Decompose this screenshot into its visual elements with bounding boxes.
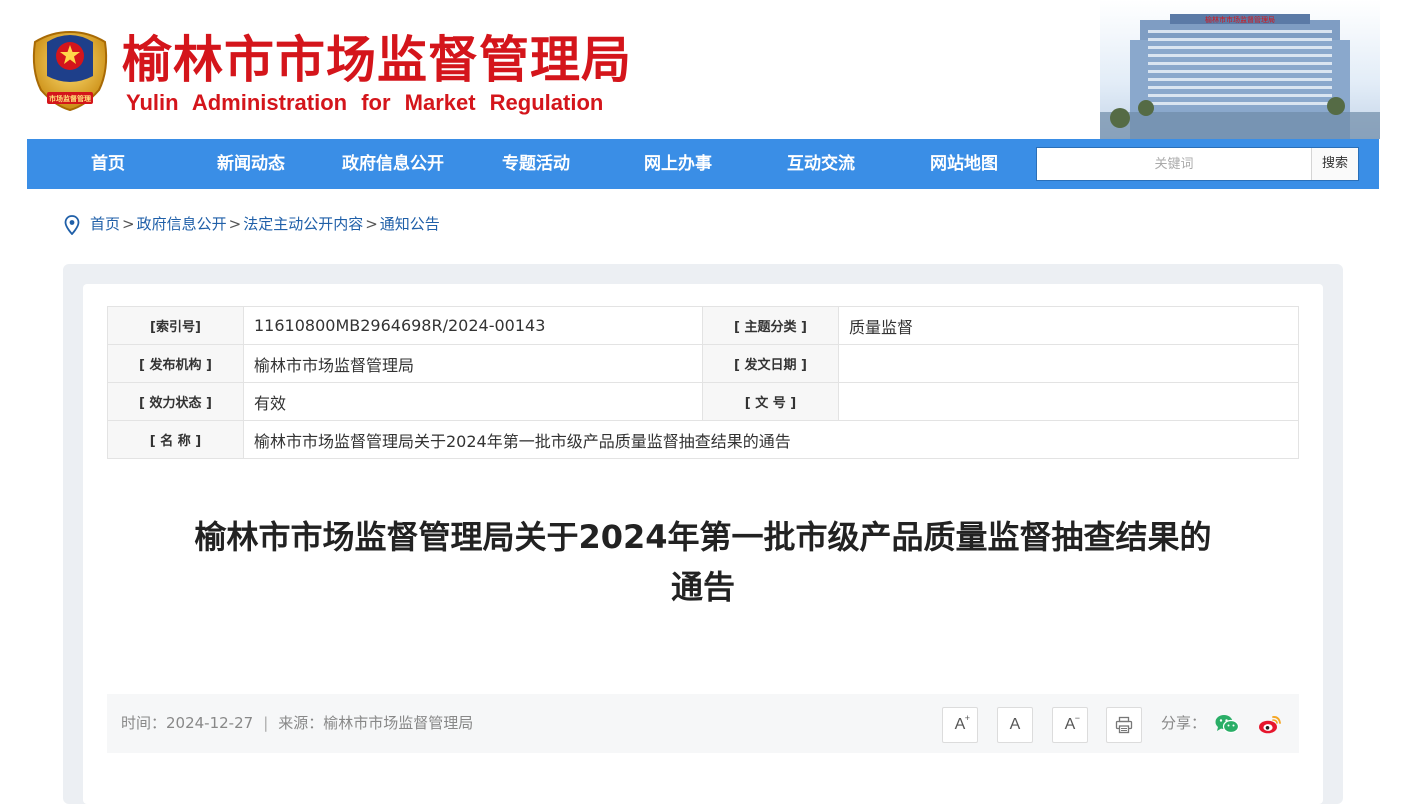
font-normal-button[interactable]: A bbox=[997, 707, 1033, 743]
nav-item-sitemap[interactable]: 网站地图 bbox=[904, 139, 1024, 189]
breadcrumb-home[interactable]: 首页 bbox=[90, 215, 120, 233]
document-number-label: [ 文 号 ] bbox=[702, 382, 839, 421]
article-title-line-1: 榆林市市场监督管理局关于2024年第一批市级产品质量监督抽查结果的 bbox=[194, 518, 1212, 556]
search-box: 搜索 bbox=[1036, 147, 1359, 181]
table-row: [ 名 称 ] 榆林市市场监督管理局关于2024年第一批市级产品质量监督抽查结果… bbox=[107, 420, 1299, 459]
breadcrumb-separator: > bbox=[228, 215, 242, 233]
building-banner-image: 榆林市市场监督管理局 bbox=[1100, 0, 1380, 139]
document-number-value bbox=[838, 382, 1299, 421]
meta-divider: | bbox=[263, 714, 269, 732]
breadcrumb: 首页 > 政府信息公开 > 法定主动公开内容 > 通知公告 bbox=[64, 212, 440, 236]
nav-item-news[interactable]: 新闻动态 bbox=[191, 139, 311, 189]
validity-status-label: [ 效力状态 ] bbox=[107, 382, 244, 421]
article-meta-text: 时间：2024-12-27 | 来源：榆林市市场监督管理局 bbox=[121, 694, 473, 753]
content-wrapper: [索引号] 11610800MB2964698R/2024-00143 [ 主题… bbox=[63, 264, 1343, 804]
nav-item-gov-info[interactable]: 政府信息公开 bbox=[333, 139, 453, 189]
publish-time: 时间：2024-12-27 bbox=[121, 714, 254, 732]
site-title-en: Yulin Administration for Market Regulati… bbox=[126, 90, 604, 115]
breadcrumb-mandatory-disclosure[interactable]: 法定主动公开内容 bbox=[243, 215, 363, 233]
article-card: [索引号] 11610800MB2964698R/2024-00143 [ 主题… bbox=[83, 284, 1323, 804]
building-sign: 榆林市市场监督管理局 bbox=[1205, 15, 1275, 24]
table-row: [ 发布机构 ] 榆林市市场监督管理局 [ 发文日期 ] bbox=[107, 344, 1299, 383]
font-decrease-glyph: A bbox=[1064, 716, 1076, 733]
breadcrumb-notices[interactable]: 通知公告 bbox=[380, 215, 440, 233]
emblem-text: 市场监督管理 bbox=[49, 94, 91, 103]
breadcrumb-separator: > bbox=[365, 215, 378, 233]
validity-status-value: 有效 bbox=[243, 382, 703, 421]
table-row: [ 效力状态 ] 有效 [ 文 号 ] bbox=[107, 382, 1299, 421]
site-header: 市场监督管理 榆林市市场监督管理局 Yulin Administration f… bbox=[0, 0, 1405, 139]
article-info-bar: 时间：2024-12-27|来源：榆林市市场监督管理局 A+ A A− bbox=[107, 694, 1299, 753]
document-name-value: 榆林市市场监督管理局关于2024年第一批市级产品质量监督抽查结果的通告 bbox=[243, 420, 1299, 459]
font-normal-glyph: A bbox=[1009, 716, 1021, 733]
location-pin-icon bbox=[64, 214, 80, 235]
topic-category-label: [ 主题分类 ] bbox=[702, 306, 839, 345]
police-emblem-logo[interactable]: 市场监督管理 bbox=[27, 20, 113, 112]
article-source: 来源：榆林市市场监督管理局 bbox=[278, 714, 474, 732]
font-increase-button[interactable]: A + bbox=[942, 707, 978, 743]
document-name-label: [ 名 称 ] bbox=[107, 420, 244, 459]
nav-item-online-service[interactable]: 网上办事 bbox=[618, 139, 738, 189]
article-title: 榆林市市场监督管理局关于2024年第一批市级产品质量监督抽查结果的 通告 bbox=[143, 512, 1263, 612]
printer-icon bbox=[1115, 716, 1133, 734]
index-number-label: [索引号] bbox=[107, 306, 244, 345]
font-decrease-button[interactable]: A − bbox=[1052, 707, 1088, 743]
breadcrumb-gov-info[interactable]: 政府信息公开 bbox=[137, 215, 227, 233]
font-increase-glyph: A bbox=[954, 716, 966, 733]
search-button[interactable]: 搜索 bbox=[1311, 148, 1358, 180]
issue-date-value bbox=[838, 344, 1299, 383]
plus-mark: + bbox=[964, 713, 970, 723]
weibo-icon[interactable] bbox=[1258, 714, 1282, 734]
index-number-value: 11610800MB2964698R/2024-00143 bbox=[243, 306, 703, 345]
breadcrumb-separator: > bbox=[122, 215, 135, 233]
publisher-value: 榆林市市场监督管理局 bbox=[243, 344, 703, 383]
publisher-label: [ 发布机构 ] bbox=[107, 344, 244, 383]
topic-category-value: 质量监督 bbox=[838, 306, 1299, 345]
minus-mark: − bbox=[1074, 713, 1080, 723]
nav-item-home[interactable]: 首页 bbox=[48, 139, 168, 189]
article-title-line-2: 通告 bbox=[670, 568, 735, 606]
table-row: [索引号] 11610800MB2964698R/2024-00143 [ 主题… bbox=[107, 306, 1299, 345]
document-metadata-table: [索引号] 11610800MB2964698R/2024-00143 [ 主题… bbox=[107, 306, 1299, 459]
wechat-icon[interactable] bbox=[1215, 714, 1239, 734]
main-nav-bar: 首页 新闻动态 政府信息公开 专题活动 网上办事 互动交流 网站地图 搜索 bbox=[27, 139, 1379, 189]
print-button[interactable] bbox=[1106, 707, 1142, 743]
nav-item-interaction[interactable]: 互动交流 bbox=[761, 139, 881, 189]
share-label: 分享： bbox=[1161, 714, 1207, 732]
nav-item-topics[interactable]: 专题活动 bbox=[476, 139, 596, 189]
search-input[interactable] bbox=[1037, 148, 1311, 180]
issue-date-label: [ 发文日期 ] bbox=[702, 344, 839, 383]
site-title-cn[interactable]: 榆林市市场监督管理局 bbox=[122, 30, 632, 90]
